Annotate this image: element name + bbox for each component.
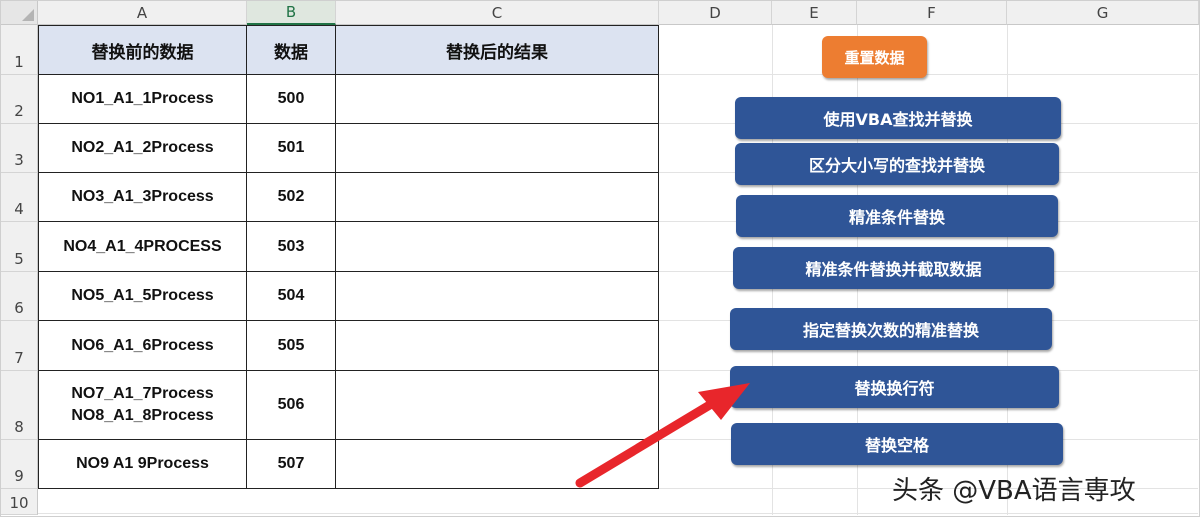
watermark-text: 头条 @VBA语言専攻 (892, 476, 1136, 506)
arrow-head (698, 383, 750, 420)
annotation-arrow (575, 383, 750, 488)
arrow-shaft (575, 395, 723, 488)
